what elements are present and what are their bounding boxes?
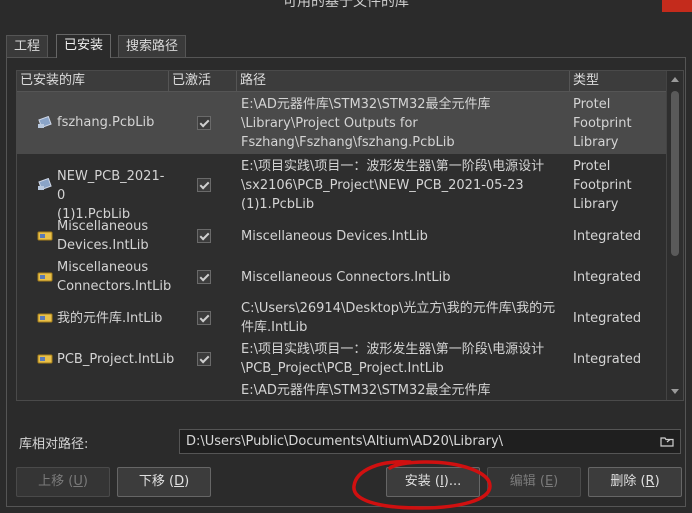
folder-icon[interactable] xyxy=(660,436,674,447)
library-path: E:\项目实践\项目一：波形发生器\第一阶段\电源设计 \sx2106\PCB_… xyxy=(241,159,545,212)
library-type: Integrated xyxy=(573,311,642,326)
tab-search-path[interactable]: 搜索路径 xyxy=(118,35,187,57)
close-button[interactable] xyxy=(662,0,692,12)
install-button[interactable]: 安装 (I)... xyxy=(386,467,480,497)
library-path: Miscellaneous Devices.IntLib xyxy=(241,229,428,244)
library-path: C:\Users\26914\Desktop\光立方\我的元件库\我的元 件库.… xyxy=(241,301,556,335)
move-down-button[interactable]: 下移 (D) xyxy=(117,467,211,497)
table-row[interactable]: fszhang.PcbLib E:\AD元器件库\STM32\STM32最全元件… xyxy=(17,92,667,154)
library-name: Miscellaneous Devices.IntLib xyxy=(57,219,149,253)
library-type: Protel Footprint Library xyxy=(573,97,632,150)
intlib-icon xyxy=(37,354,53,364)
column-header-type[interactable]: 类型 xyxy=(570,71,667,91)
table-row[interactable]: 我的元件库.IntLib C:\Users\26914\Desktop\光立方\… xyxy=(17,298,667,339)
edit-button[interactable]: 编辑 (E) xyxy=(487,467,581,497)
relative-path-value: D:\Users\Public\Documents\Altium\AD20\Li… xyxy=(186,434,504,449)
active-checkbox[interactable] xyxy=(197,311,211,325)
library-name: fszhang.PcbLib xyxy=(57,115,155,130)
library-type: Integrated xyxy=(573,229,642,244)
relative-path-label: 库相对路径: xyxy=(19,437,89,452)
table-row[interactable]: PCB_Project.IntLib E:\项目实践\项目一：波形发生器\第一阶… xyxy=(17,339,667,380)
vertical-scrollbar[interactable] xyxy=(666,71,683,400)
intlib-icon xyxy=(37,231,53,241)
table-row[interactable]: E:\AD元器件库\STM32\STM32最全元件库 xyxy=(17,380,667,400)
scroll-up-icon[interactable] xyxy=(671,77,679,82)
tab-installed[interactable]: 已安装 xyxy=(56,34,112,58)
remove-button[interactable]: 删除 (R) xyxy=(588,467,682,497)
relative-path-field[interactable]: D:\Users\Public\Documents\Altium\AD20\Li… xyxy=(179,429,681,454)
library-name: 我的元件库.IntLib xyxy=(57,311,163,326)
intlib-icon xyxy=(37,272,53,282)
library-name: Miscellaneous Connectors.IntLib xyxy=(57,260,172,294)
active-checkbox[interactable] xyxy=(197,116,211,130)
active-checkbox[interactable] xyxy=(197,178,211,192)
column-header-active[interactable]: 已激活 xyxy=(169,71,237,91)
library-path: E:\项目实践\项目一：波形发生器\第一阶段\电源设计 \PCB_Project… xyxy=(241,342,545,376)
library-type: Protel Footprint Library xyxy=(573,159,632,212)
table-row[interactable]: Miscellaneous Connectors.IntLib Miscella… xyxy=(17,257,667,298)
library-path: E:\AD元器件库\STM32\STM32最全元件库 \Library\Proj… xyxy=(241,97,491,150)
tab-project[interactable]: 工程 xyxy=(6,35,49,57)
library-name: PCB_Project.IntLib xyxy=(57,352,175,367)
window-title: 可用的基于文件的库 xyxy=(283,0,409,10)
scroll-thumb[interactable] xyxy=(671,91,679,256)
library-type: Integrated xyxy=(573,270,642,285)
active-checkbox[interactable] xyxy=(197,352,211,366)
table-body: fszhang.PcbLib E:\AD元器件库\STM32\STM32最全元件… xyxy=(17,92,667,400)
library-path: Miscellaneous Connectors.IntLib xyxy=(241,270,451,285)
column-header-name[interactable]: 已安装的库 xyxy=(17,71,169,91)
column-header-path[interactable]: 路径 xyxy=(237,71,570,91)
library-type: Integrated xyxy=(573,352,642,367)
table-header: 已安装的库 已激活 路径 类型 xyxy=(17,71,667,92)
active-checkbox[interactable] xyxy=(197,229,211,243)
library-table: 已安装的库 已激活 路径 类型 fszhang.PcbLib E:\AD元器件库… xyxy=(16,70,684,401)
table-row[interactable]: Miscellaneous Devices.IntLib Miscellaneo… xyxy=(17,216,667,257)
library-path: E:\AD元器件库\STM32\STM32最全元件库 xyxy=(241,383,491,398)
pcblib-icon xyxy=(38,116,52,129)
pcblib-icon xyxy=(38,178,52,191)
active-checkbox[interactable] xyxy=(197,270,211,284)
table-row[interactable]: NEW_PCB_2021-0 (1)1.PcbLib E:\项目实践\项目一：波… xyxy=(17,154,667,222)
scroll-down-icon[interactable] xyxy=(671,389,679,394)
move-up-button[interactable]: 上移 (U) xyxy=(16,467,110,497)
title-bar: 可用的基于文件的库 xyxy=(0,0,692,12)
intlib-icon xyxy=(37,313,53,323)
